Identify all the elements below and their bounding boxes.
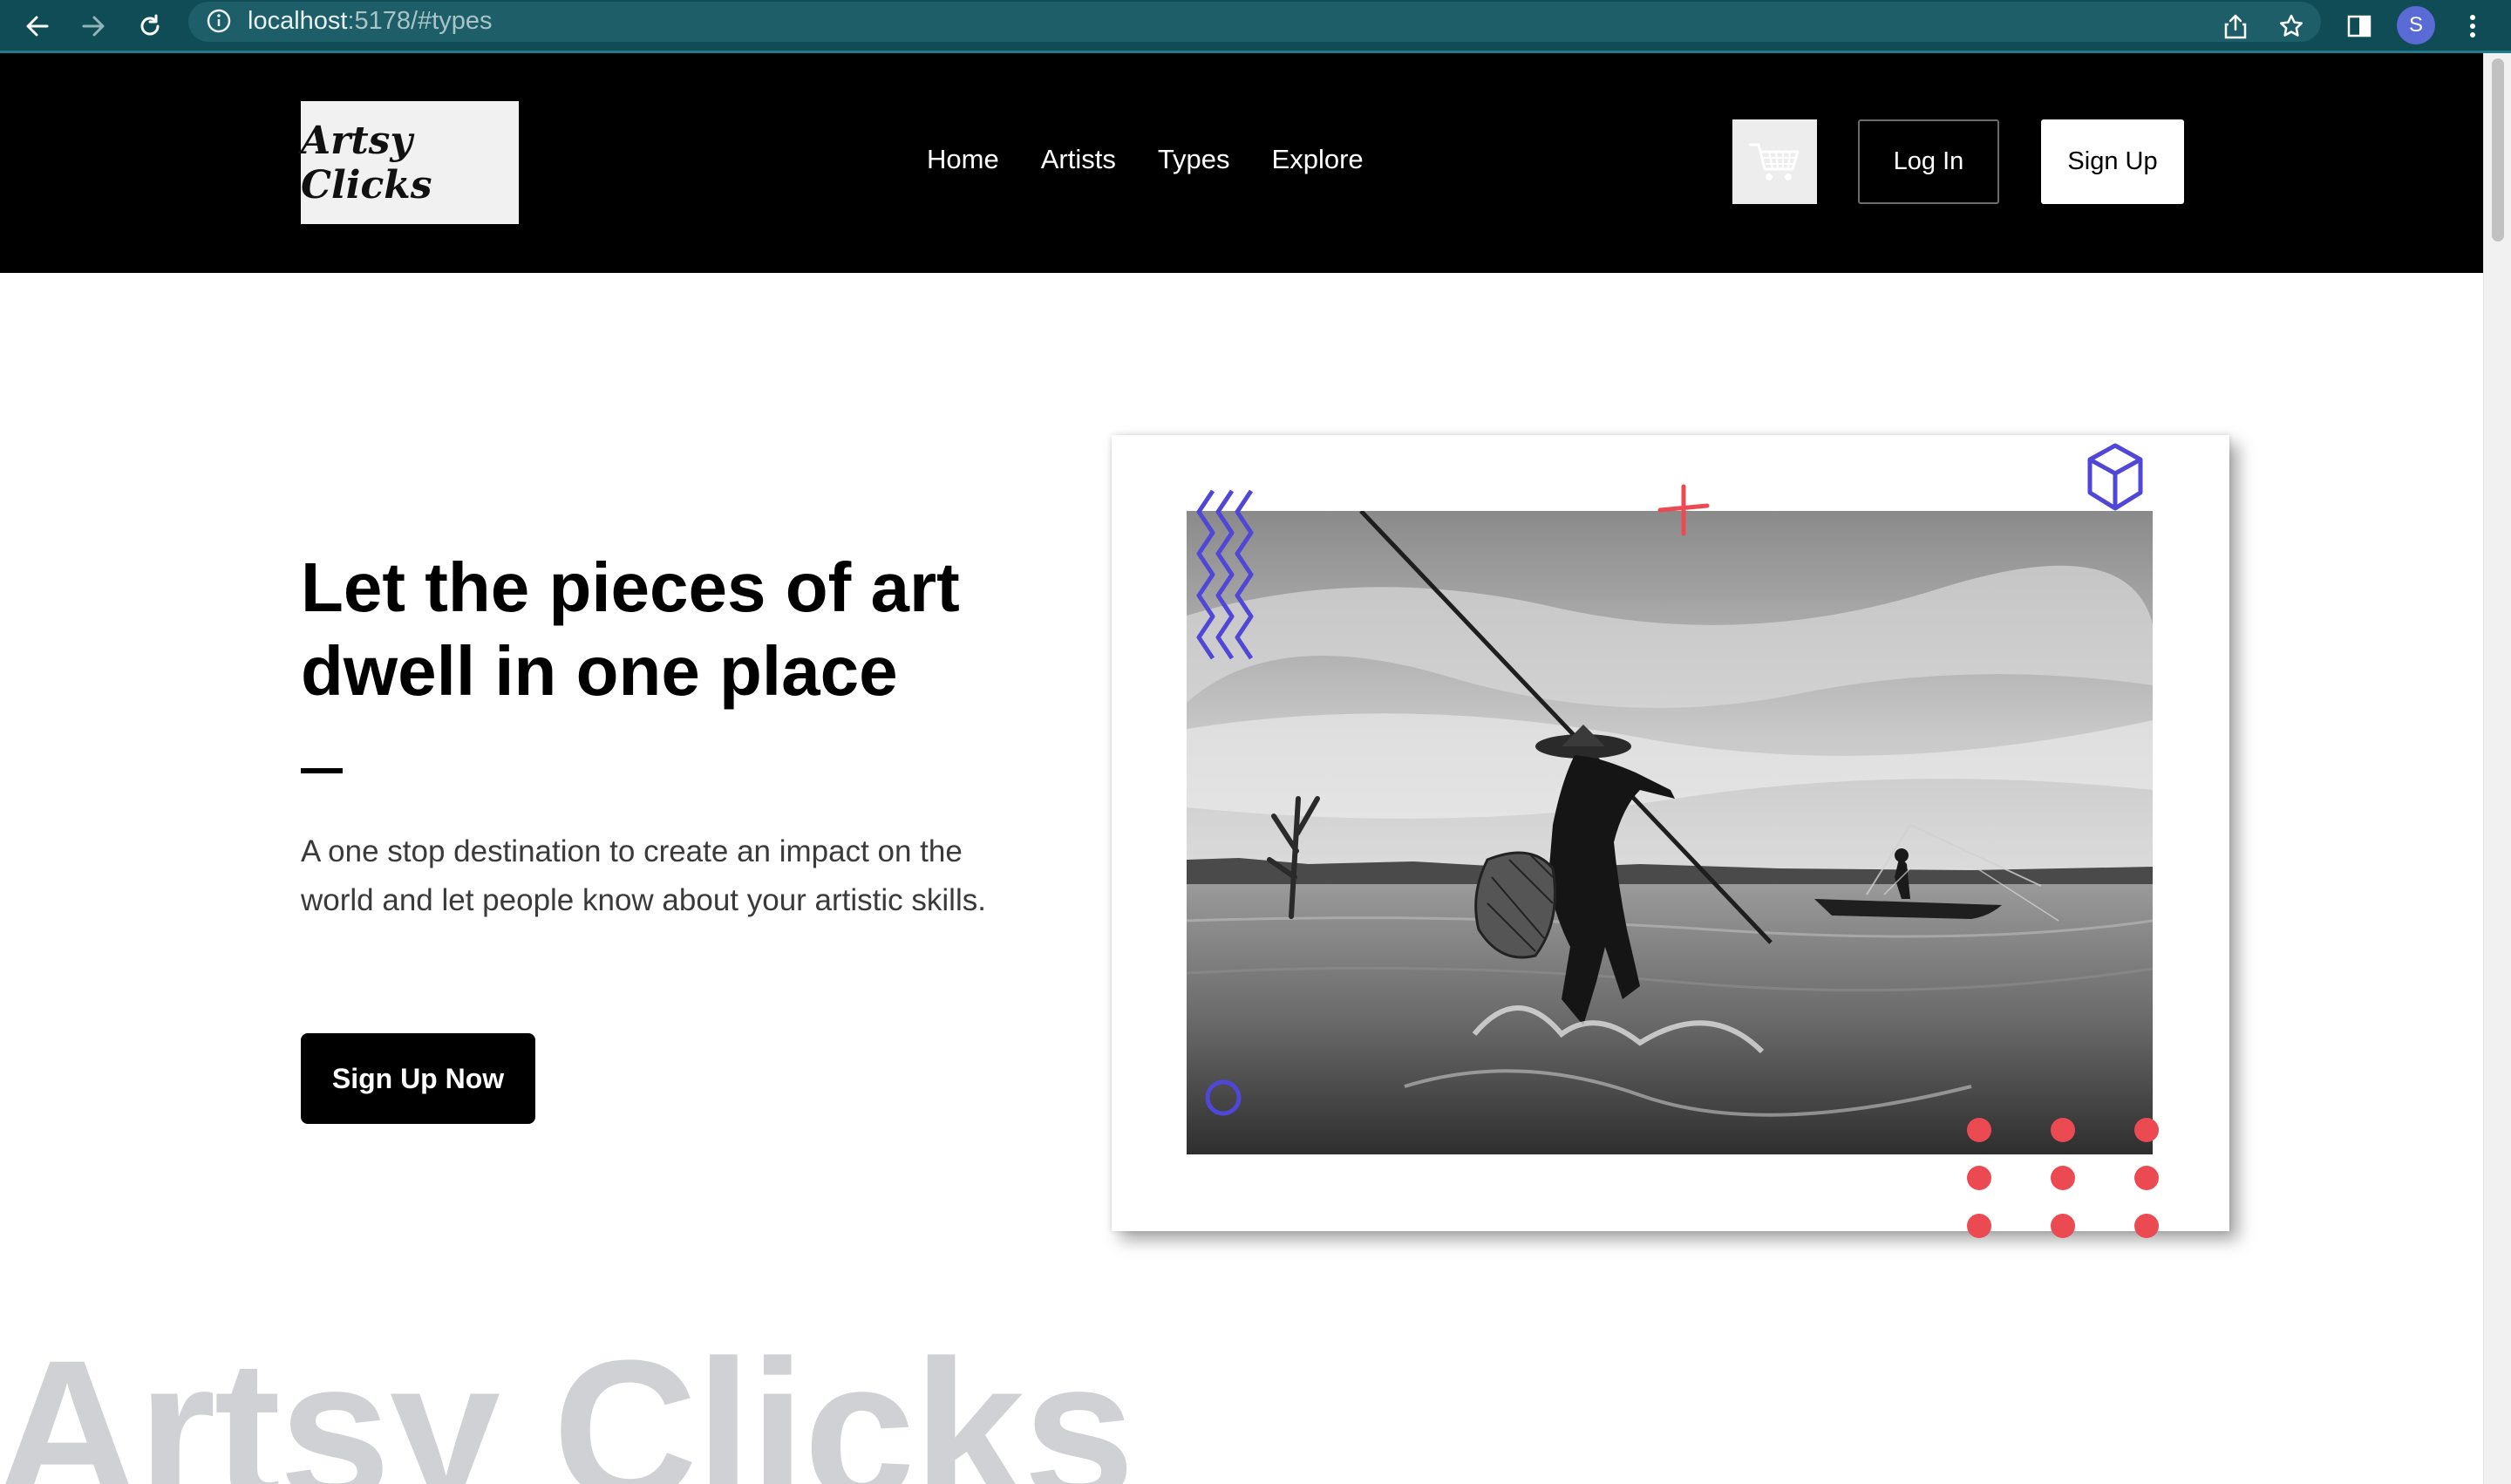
logo-text: Artsy Clicks (301, 118, 432, 208)
address-bar[interactable]: localhost:5178/#types (188, 2, 2321, 42)
brand-watermark: Artsy Clicks (0, 1318, 1135, 1484)
cart-icon (1748, 143, 1799, 180)
nav-artists[interactable]: Artists (1041, 144, 1116, 175)
hero-divider (301, 768, 343, 773)
nav-explore[interactable]: Explore (1272, 144, 1364, 175)
cross-decoration (1657, 484, 1710, 536)
browser-toolbar: localhost:5178/#types S (0, 0, 2511, 53)
hero-image-card (1112, 435, 2229, 1238)
share-icon[interactable] (2213, 3, 2258, 49)
hero-description: A one stop destination to create an impa… (301, 834, 986, 917)
main-nav: Home Artists Types Explore (927, 144, 1364, 175)
scrollbar-thumb[interactable] (2492, 58, 2504, 242)
forward-icon[interactable] (71, 3, 116, 49)
cube-icon (2087, 443, 2143, 511)
hero-title: Let the pieces of art dwell in one place (301, 546, 1085, 713)
zigzag-decoration (1196, 489, 1254, 660)
reload-icon[interactable] (127, 3, 173, 49)
profile-avatar[interactable]: S (2397, 6, 2435, 44)
side-panel-icon[interactable] (2337, 3, 2382, 49)
signup-now-button[interactable]: Sign Up Now (301, 1033, 535, 1124)
url-host: localhost (248, 7, 348, 35)
dot-grid-decoration (1967, 1118, 2159, 1238)
hero-title-line-1: Let the pieces of art (301, 548, 960, 626)
cart-button[interactable] (1732, 119, 1817, 204)
nav-types[interactable]: Types (1158, 144, 1230, 175)
browser-menu-icon[interactable] (2450, 3, 2495, 49)
address-url: localhost:5178/#types (248, 7, 493, 36)
hero-photo (1187, 511, 2153, 1154)
page-viewport: Artsy Clicks Home Artists Types Explore … (0, 53, 2483, 1484)
hero-title-line-2: dwell in one place (301, 632, 898, 710)
page-scrollbar[interactable] (2483, 53, 2511, 1484)
signup-button[interactable]: Sign Up (2041, 119, 2184, 204)
bookmark-star-icon[interactable] (2269, 3, 2314, 49)
circle-decoration (1205, 1079, 1242, 1116)
site-logo[interactable]: Artsy Clicks (301, 101, 519, 224)
url-path: :5178/#types (347, 7, 493, 35)
login-button[interactable]: Log In (1858, 119, 1999, 204)
site-header: Artsy Clicks Home Artists Types Explore … (0, 53, 2483, 273)
back-icon[interactable] (15, 3, 60, 49)
nav-home[interactable]: Home (927, 144, 999, 175)
site-info-icon[interactable] (206, 8, 232, 38)
